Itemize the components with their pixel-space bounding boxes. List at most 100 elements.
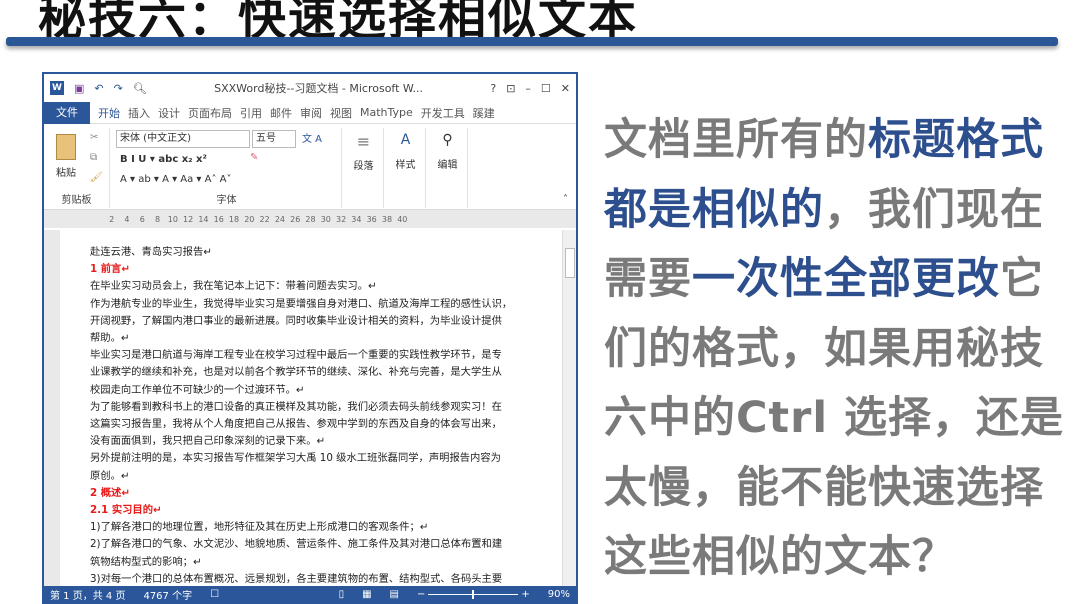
- paragraph-group[interactable]: ≡ 段落: [344, 128, 384, 208]
- text-line[interactable]: 另外提前注明的是，本实习报告写作框架学习大禹 10 级水工班张磊同学，声明报告内…: [90, 450, 554, 467]
- ruler-tick: 28: [303, 215, 318, 224]
- binoculars-icon: ⚲: [428, 132, 467, 148]
- ruler-tick: 24: [272, 215, 287, 224]
- text-line[interactable]: 校园走向工作单位不可缺少的一个过渡环节。↵: [90, 382, 554, 399]
- page-count[interactable]: 第 1 页，共 4 页: [50, 587, 125, 602]
- maximize-button[interactable]: ☐: [541, 82, 551, 95]
- collapse-ribbon-icon[interactable]: ˄: [563, 194, 568, 205]
- heading-line[interactable]: 2.1 实习目的↵: [90, 502, 554, 519]
- ruler-tick: 2: [104, 215, 119, 224]
- tab-user[interactable]: 蹊建: [473, 105, 495, 121]
- tab-mathtype[interactable]: MathType: [360, 106, 413, 119]
- text-line[interactable]: 3)对每一个港口的总体布置概况、远景规划，各主要建筑物的布置、结构型式、各码头主…: [90, 571, 554, 586]
- redo-icon[interactable]: ↷: [114, 82, 123, 95]
- tab-home[interactable]: 开始: [98, 105, 120, 121]
- ribbon-display-button[interactable]: ⊡: [506, 82, 515, 95]
- web-layout-icon[interactable]: ▤: [390, 589, 399, 600]
- styles-icon: A: [386, 132, 425, 148]
- tab-design[interactable]: 设计: [158, 105, 180, 121]
- undo-icon[interactable]: ↶: [94, 82, 103, 95]
- text-line[interactable]: 原创。↵: [90, 468, 554, 485]
- copy-icon[interactable]: ⧉: [90, 152, 97, 163]
- clipboard-label: 剪贴板: [44, 191, 109, 206]
- close-button[interactable]: ✕: [561, 82, 570, 95]
- text-line[interactable]: 毕业实习是港口航道与海岸工程专业在校学习过程中最后一个重要的实践性教学环节，是专: [90, 347, 554, 364]
- tab-references[interactable]: 引用: [240, 105, 262, 121]
- editing-label: 编辑: [428, 156, 467, 171]
- zoom-level[interactable]: 90%: [548, 589, 570, 600]
- plain-text: ，我们现在: [824, 185, 1044, 235]
- horizontal-ruler: 246810121416182022242628303234363840: [44, 210, 576, 228]
- format-buttons[interactable]: B I U ▾ abc x₂ x²: [120, 154, 207, 165]
- clear-format-icon[interactable]: ✎: [250, 152, 258, 163]
- text-line[interactable]: 没有面面俱到，我只把自己印象深刻的记录下来。↵: [90, 433, 554, 450]
- clipboard-group: 粘贴 ✂ ⧉ 🖌︎ 剪贴板: [44, 128, 110, 208]
- document-area[interactable]: 赴连云港、青岛实习报告↵1 前言↵在毕业实习动员会上，我在笔记本上记下：带着问题…: [44, 230, 562, 586]
- text-line[interactable]: 2)了解各港口的气象、水文泥沙、地貌地质、营运条件、施工条件及其对港口总体布置和…: [90, 536, 554, 553]
- text-line[interactable]: 作为港航专业的毕业生，我觉得毕业实习是要增强自身对港口、航道及海岸工程的感性认识…: [90, 296, 554, 313]
- cut-icon[interactable]: ✂: [90, 132, 98, 143]
- explanation-line: 六中的Ctrl 选择，还是: [604, 384, 1074, 454]
- heading-line[interactable]: 2 概述↵: [90, 485, 554, 502]
- ruler-tick: 4: [119, 215, 134, 224]
- minimize-button[interactable]: –: [525, 82, 531, 95]
- text-line[interactable]: 业课教学的继续和补充，也是对以前各个教学环节的继续、深化、补充与完善，是大学生从: [90, 364, 554, 381]
- vertical-scrollbar[interactable]: [562, 230, 576, 586]
- save-icon[interactable]: ▣: [74, 82, 84, 95]
- explanation-line: 都是相似的，我们现在: [604, 176, 1074, 246]
- highlight-text: 标题格式: [868, 115, 1044, 165]
- explanation-line: 太慢，能不能快速选择: [604, 454, 1074, 524]
- tab-developer[interactable]: 开发工具: [421, 105, 465, 121]
- effects-buttons[interactable]: A ▾ ab ▾ A ▾ Aa ▾ A˄ A˅: [120, 174, 232, 185]
- read-mode-icon[interactable]: ▯: [339, 589, 345, 600]
- plain-text: 们的格式，如果用秘技: [604, 324, 1044, 374]
- title-divider: [6, 37, 1058, 46]
- format-painter-icon[interactable]: 🖌︎: [90, 172, 103, 183]
- print-preview-icon[interactable]: 🔍︎: [133, 82, 147, 95]
- text-line[interactable]: 为了能够看到教科书上的港口设备的真正模样及其功能，我们必须去码头前线参观实习！在: [90, 399, 554, 416]
- tab-file[interactable]: 文件: [44, 102, 90, 124]
- editing-group[interactable]: ⚲ 编辑: [428, 128, 468, 208]
- ruler-tick: 20: [242, 215, 257, 224]
- explanation-line: 这些相似的文本？: [604, 523, 1074, 593]
- document-page[interactable]: 赴连云港、青岛实习报告↵1 前言↵在毕业实习动员会上，我在笔记本上记下：带着问题…: [90, 244, 554, 586]
- ruler-tick: 32: [333, 215, 348, 224]
- word-app-icon: W: [50, 81, 64, 95]
- text-line[interactable]: 开阔视野，了解国内港口事业的最新进展。同时收集毕业设计相关的资料，为毕业设计提供: [90, 313, 554, 330]
- ruler-tick: 36: [364, 215, 379, 224]
- explanation-line: 需要一次性全部更改它: [604, 245, 1074, 315]
- phonetic-guide-icon[interactable]: 文 A: [302, 130, 322, 145]
- text-line[interactable]: 筑物结构型式的影响；↵: [90, 554, 554, 571]
- proofing-icon[interactable]: ☐: [210, 589, 219, 600]
- tab-insert[interactable]: 插入: [128, 105, 150, 121]
- text-line[interactable]: 赴连云港、青岛实习报告↵: [90, 244, 554, 261]
- explanation-text: 文档里所有的标题格式都是相似的，我们现在需要一次性全部更改它们的格式，如果用秘技…: [604, 106, 1074, 593]
- heading-line[interactable]: 1 前言↵: [90, 261, 554, 278]
- help-button[interactable]: ?: [490, 82, 496, 95]
- tab-review[interactable]: 审阅: [300, 105, 322, 121]
- styles-label: 样式: [386, 156, 425, 171]
- ruler-tick: 30: [318, 215, 333, 224]
- text-line[interactable]: 这篇实习报告里，我将从个人角度把自己从报告、参观中学到的东西及自身的体会写出来，: [90, 416, 554, 433]
- font-size-select[interactable]: 五号: [252, 130, 296, 148]
- text-line[interactable]: 帮助。↵: [90, 330, 554, 347]
- ruler-tick: 18: [226, 215, 241, 224]
- scrollbar-thumb[interactable]: [565, 248, 575, 278]
- tab-layout[interactable]: 页面布局: [188, 105, 232, 121]
- paste-button[interactable]: 粘贴: [56, 164, 76, 179]
- text-line[interactable]: 1)了解各港口的地理位置，地形特征及其在历史上形成港口的客观条件；↵: [90, 519, 554, 536]
- zoom-slider[interactable]: −+: [417, 589, 530, 600]
- ruler-tick: 12: [180, 215, 195, 224]
- ribbon: 粘贴 ✂ ⧉ 🖌︎ 剪贴板 宋体 (中文正文) 五号 文 A B I U ▾ a…: [44, 124, 576, 210]
- print-layout-icon[interactable]: ▦: [362, 589, 371, 600]
- font-name-select[interactable]: 宋体 (中文正文): [116, 130, 250, 148]
- word-count[interactable]: 4767 个字: [143, 587, 192, 602]
- plain-text: 这些相似的文本？: [604, 532, 956, 582]
- tab-mailings[interactable]: 邮件: [270, 105, 292, 121]
- tab-view[interactable]: 视图: [330, 105, 352, 121]
- ruler-tick: 34: [349, 215, 364, 224]
- font-label: 字体: [112, 191, 341, 206]
- styles-group[interactable]: A 样式: [386, 128, 426, 208]
- text-line[interactable]: 在毕业实习动员会上，我在笔记本上记下：带着问题去实习。↵: [90, 278, 554, 295]
- paste-icon[interactable]: [56, 134, 76, 160]
